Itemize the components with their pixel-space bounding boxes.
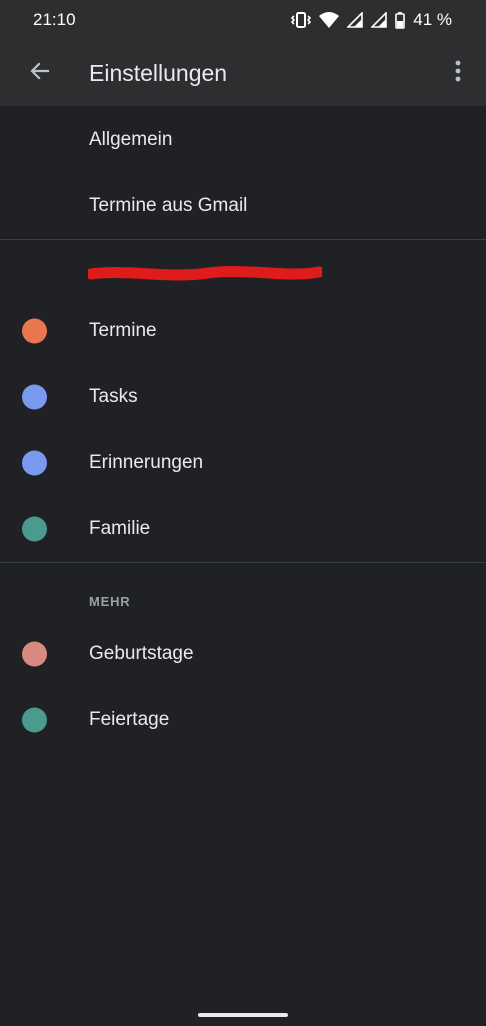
calendar-item-termine[interactable]: Termine xyxy=(0,298,486,364)
calendar-item-erinnerungen[interactable]: Erinnerungen xyxy=(0,430,486,496)
divider xyxy=(0,562,486,563)
calendar-color-dot xyxy=(22,318,47,344)
calendar-item-label: Geburtstage xyxy=(89,643,194,664)
app-bar: Einstellungen xyxy=(0,40,486,106)
vibrate-icon xyxy=(291,12,312,28)
divider xyxy=(0,239,486,240)
page-title: Einstellungen xyxy=(89,60,228,86)
calendar-item-label: Feiertage xyxy=(89,709,170,730)
calendar-item-feiertage[interactable]: Feiertage xyxy=(0,687,486,753)
battery-percent: 41 % xyxy=(413,10,452,29)
calendar-color-dot xyxy=(22,516,47,542)
calendar-item-label: Tasks xyxy=(89,386,138,407)
redacted-account-name xyxy=(85,266,325,282)
home-indicator[interactable] xyxy=(198,1013,288,1017)
battery-icon xyxy=(395,11,406,29)
wifi-icon xyxy=(319,12,340,28)
more-vert-icon xyxy=(455,60,461,87)
calendar-item-label: Erinnerungen xyxy=(89,452,204,473)
calendar-color-dot xyxy=(22,707,47,733)
settings-item-label: Termine aus Gmail xyxy=(89,195,248,216)
more-options-button[interactable] xyxy=(444,57,472,89)
calendar-item-label: Familie xyxy=(89,518,151,539)
section-header-more: MEHR xyxy=(89,594,131,609)
back-button[interactable] xyxy=(24,57,56,89)
calendar-item-label: Termine xyxy=(89,320,157,341)
settings-item-label: Allgemein xyxy=(89,129,173,150)
calendar-item-tasks[interactable]: Tasks xyxy=(0,364,486,430)
calendar-item-familie[interactable]: Familie xyxy=(0,496,486,562)
status-bar: 21:10 41 % xyxy=(0,0,486,40)
signal-icon xyxy=(347,12,364,28)
arrow-back-icon xyxy=(28,59,52,88)
calendar-color-dot xyxy=(22,384,47,410)
signal-icon xyxy=(371,12,388,28)
settings-item-gmail-events[interactable]: Termine aus Gmail xyxy=(0,173,486,239)
calendar-color-dot xyxy=(22,641,47,667)
calendar-color-dot xyxy=(22,450,47,476)
status-icons: 41 % xyxy=(291,10,452,30)
settings-item-allgemein[interactable]: Allgemein xyxy=(0,107,486,173)
status-time: 21:10 xyxy=(33,10,76,29)
calendar-item-geburtstage[interactable]: Geburtstage xyxy=(0,621,486,687)
